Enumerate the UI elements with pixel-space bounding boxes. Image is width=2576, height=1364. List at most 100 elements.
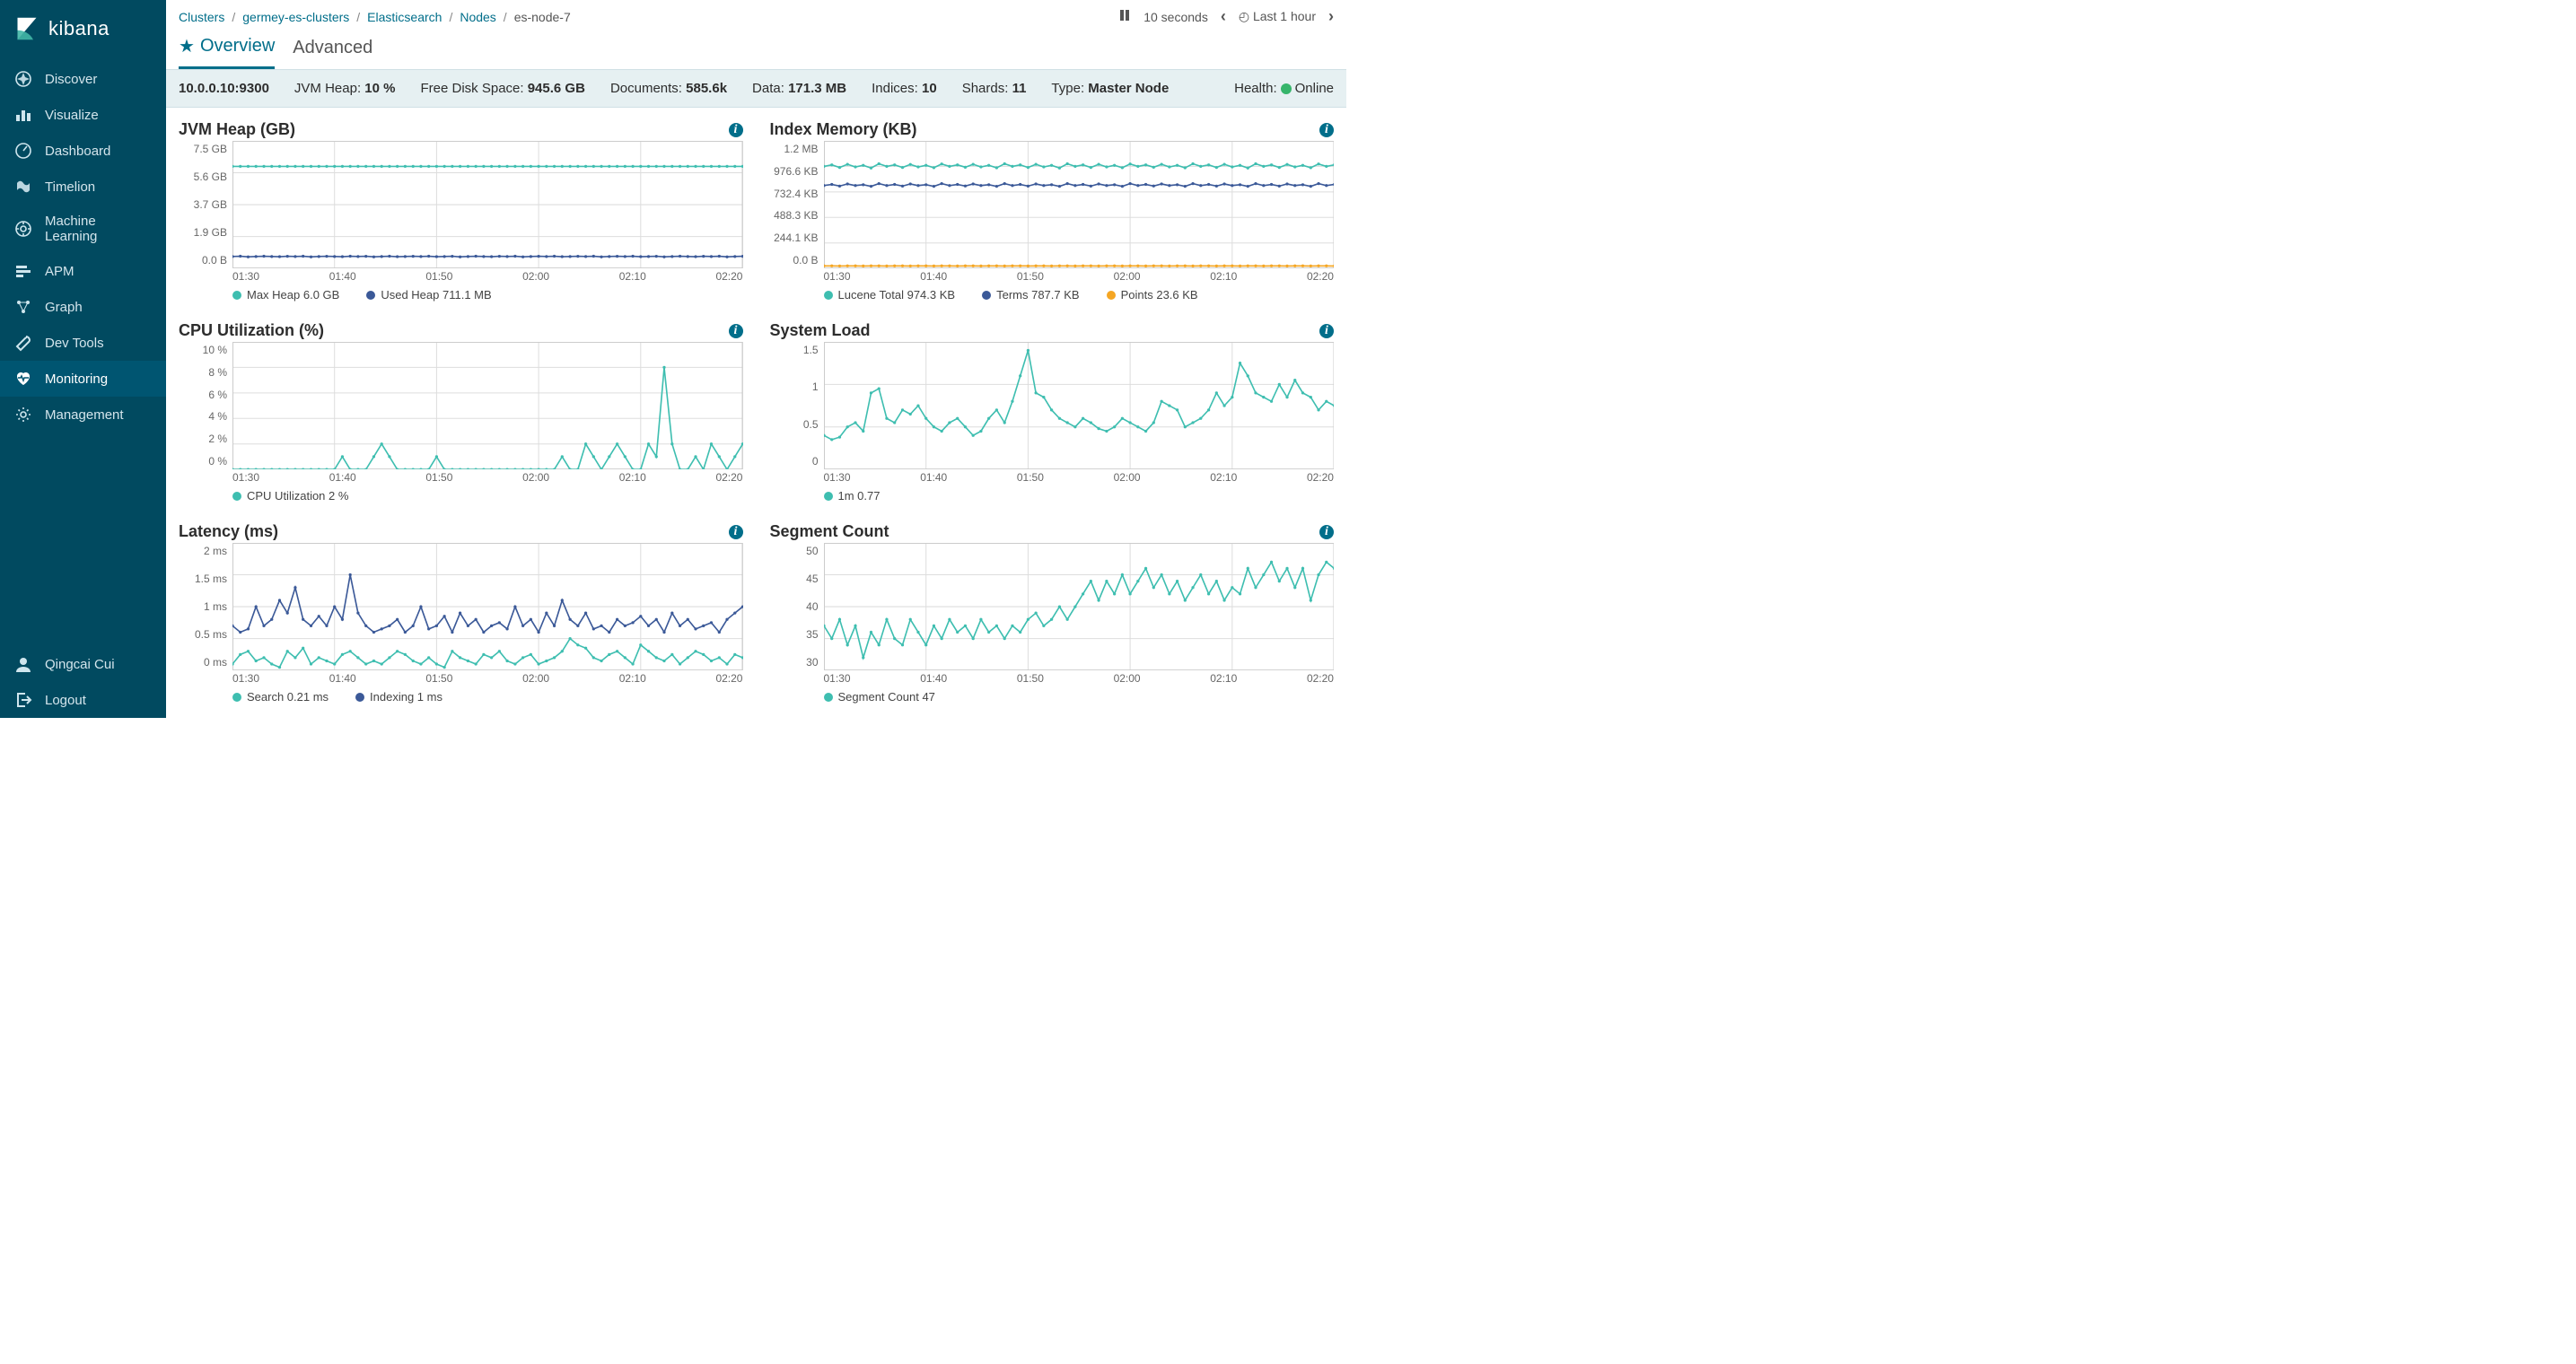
discover-icon [14, 70, 32, 88]
sidebar-item-dashboard[interactable]: Dashboard [0, 133, 166, 169]
breadcrumb: Clusters/germey-es-clusters/Elasticsearc… [179, 10, 1111, 24]
app-name: kibana [48, 17, 110, 40]
sidebar-item-visualize[interactable]: Visualize [0, 97, 166, 133]
y-axis: 10 %8 %6 %4 %2 %0 % [179, 342, 229, 469]
management-icon [14, 406, 32, 424]
plot-area[interactable] [824, 543, 1335, 670]
legend: Lucene Total 974.3 KB Terms 787.7 KB Point… [770, 284, 1335, 303]
sidebar-item-graph[interactable]: Graph [0, 289, 166, 325]
legend-dot-icon [824, 291, 833, 300]
chart-jvm-heap: JVM Heap (GB) i 7.5 GB5.6 GB3.7 GB1.9 GB0.… [179, 115, 743, 309]
logout-icon [14, 691, 32, 709]
plot-area[interactable] [824, 342, 1335, 469]
user-icon [14, 655, 32, 673]
sidebar-item-devtools[interactable]: Dev Tools [0, 325, 166, 361]
sidebar-item-monitoring[interactable]: Monitoring [0, 361, 166, 397]
refresh-interval[interactable]: 10 seconds [1143, 10, 1208, 24]
breadcrumb-4: es-node-7 [514, 10, 571, 24]
time-prev-button[interactable]: ‹ [1221, 7, 1226, 26]
legend-item[interactable]: Indexing 1 ms [355, 690, 442, 704]
sidebar-logout[interactable]: Logout [0, 682, 166, 718]
legend: Segment Count 47 [770, 686, 1335, 705]
x-axis: 01:3001:4001:5002:0002:1002:20 [179, 469, 743, 485]
legend-item[interactable]: Terms 787.7 KB [982, 288, 1080, 302]
chart-segment: Segment Counti504540353001:3001:4001:500… [770, 517, 1335, 711]
info-icon[interactable]: i [729, 324, 743, 338]
legend: 1m 0.77 [770, 485, 1335, 504]
sidebar-item-timelion[interactable]: Timelion [0, 169, 166, 205]
chart-title-text: JVM Heap (GB) [179, 120, 295, 139]
legend-dot-icon [824, 492, 833, 501]
legend-item[interactable]: Search 0.21 ms [232, 690, 329, 704]
x-axis: 01:3001:4001:5002:0002:1002:20 [770, 268, 1335, 284]
time-next-button[interactable]: › [1328, 7, 1334, 26]
legend: Max Heap 6.0 GB Used Heap 711.1 MB [179, 284, 743, 303]
legend-dot-icon [355, 693, 364, 702]
sidebar-item-label: Dev Tools [45, 336, 104, 351]
legend: CPU Utilization 2 % [179, 485, 743, 504]
chart-latency: Latency (ms)i2 ms1.5 ms1 ms0.5 ms0 ms01:… [179, 517, 743, 711]
plot-area[interactable] [824, 141, 1335, 268]
legend-item[interactable]: Max Heap 6.0 GB [232, 288, 339, 302]
breadcrumb-3[interactable]: Nodes [460, 10, 495, 24]
legend-item[interactable]: CPU Utilization 2 % [232, 489, 348, 503]
sidebar-item-management[interactable]: Management [0, 397, 166, 433]
devtools-icon [14, 334, 32, 352]
y-axis: 1.510.50 [770, 342, 820, 469]
plot-area[interactable] [232, 342, 743, 469]
time-range[interactable]: ◴ Last 1 hour [1239, 9, 1316, 24]
y-axis: 1.2 MB976.6 KB732.4 KB488.3 KB244.1 KB0.… [770, 141, 820, 268]
sidebar-item-label: Discover [45, 72, 97, 87]
legend-dot-icon [232, 693, 241, 702]
sidebar-item-label: Monitoring [45, 372, 108, 387]
legend-item[interactable]: Lucene Total 974.3 KB [824, 288, 956, 302]
kibana-logo-icon [14, 16, 39, 41]
star-icon: ★ [179, 35, 195, 57]
legend-dot-icon [1107, 291, 1116, 300]
plot-area[interactable] [232, 141, 743, 268]
time-controls: 10 seconds ‹ ◴ Last 1 hour › [1118, 7, 1334, 26]
sidebar-item-label: Dashboard [45, 144, 110, 159]
monitoring-icon [14, 370, 32, 388]
legend-dot-icon [982, 291, 991, 300]
tab-overview[interactable]: ★Overview [179, 35, 275, 69]
legend-dot-icon [824, 693, 833, 702]
legend: Search 0.21 ms Indexing 1 ms [179, 686, 743, 705]
legend-item[interactable]: Segment Count 47 [824, 690, 935, 704]
info-icon[interactable]: i [1319, 324, 1334, 338]
sidebar-user[interactable]: Qingcai Cui [0, 646, 166, 682]
legend-item[interactable]: Used Heap 711.1 MB [366, 288, 491, 302]
info-icon[interactable]: i [1319, 525, 1334, 539]
y-axis: 7.5 GB5.6 GB3.7 GB1.9 GB0.0 B [179, 141, 229, 268]
tabs: ★Overview Advanced [166, 26, 1346, 69]
sidebar-item-apm[interactable]: APM [0, 253, 166, 289]
chart-title-text: CPU Utilization (%) [179, 321, 324, 340]
x-axis: 01:3001:4001:5002:0002:1002:20 [770, 670, 1335, 686]
logo[interactable]: kibana [0, 0, 166, 57]
info-icon[interactable]: i [729, 525, 743, 539]
legend-item[interactable]: 1m 0.77 [824, 489, 881, 503]
info-icon[interactable]: i [729, 123, 743, 137]
sidebar-item-label: APM [45, 264, 74, 279]
chart-title-text: System Load [770, 321, 871, 340]
node-address: 10.0.0.10:9300 [179, 81, 269, 96]
health-dot-icon [1281, 83, 1292, 94]
pause-button[interactable] [1118, 9, 1131, 24]
breadcrumb-1[interactable]: germey-es-clusters [242, 10, 349, 24]
tab-advanced[interactable]: Advanced [293, 35, 372, 69]
sidebar-item-discover[interactable]: Discover [0, 61, 166, 97]
chart-index-memory: Index Memory (KB)i1.2 MB976.6 KB732.4 KB… [770, 115, 1335, 309]
stats-bar: 10.0.0.10:9300 JVM Heap: 10 % Free Disk … [166, 69, 1346, 108]
breadcrumb-0[interactable]: Clusters [179, 10, 224, 24]
y-axis: 5045403530 [770, 543, 820, 670]
info-icon[interactable]: i [1319, 123, 1334, 137]
sidebar-item-ml[interactable]: Machine Learning [0, 205, 166, 253]
apm-icon [14, 262, 32, 280]
legend-item[interactable]: Points 23.6 KB [1107, 288, 1198, 302]
breadcrumb-2[interactable]: Elasticsearch [367, 10, 442, 24]
graph-icon [14, 298, 32, 316]
visualize-icon [14, 106, 32, 124]
y-axis: 2 ms1.5 ms1 ms0.5 ms0 ms [179, 543, 229, 670]
plot-area[interactable] [232, 543, 743, 670]
chart-cpu: CPU Utilization (%) i 10 %8 %6 %4 %2 %0 %0… [179, 316, 743, 510]
